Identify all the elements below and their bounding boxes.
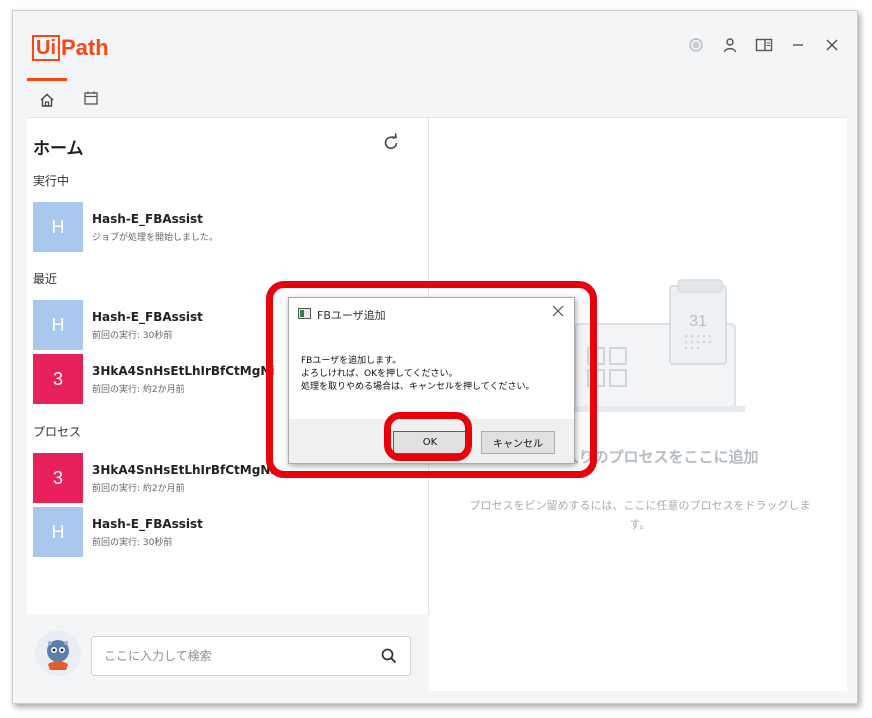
section-recent: 最近: [33, 272, 58, 286]
avatar: 3: [33, 453, 83, 503]
list-item[interactable]: H Hash-E_FBAssist 前回の実行: 30秒前: [33, 300, 263, 350]
search-box: [91, 636, 411, 676]
logo-ui: Ui: [32, 35, 60, 61]
item-name: 3HkA4SnHsEtLhIrBfCtMgNi: [92, 364, 275, 378]
avatar: H: [33, 300, 83, 350]
robot-avatar[interactable]: [35, 630, 81, 676]
section-process: プロセス: [33, 425, 82, 439]
avatar: H: [33, 507, 83, 557]
page-title: ホーム: [33, 139, 84, 159]
calendar-day: 31: [689, 313, 707, 330]
favorites-description: プロセスをピン留めするには、ここに任意のプロセスをドラッグします。: [469, 499, 811, 531]
item-name: Hash-E_FBAssist: [92, 310, 203, 324]
item-status: 前回の実行: 30秒前: [92, 331, 173, 341]
home-icon: [40, 93, 54, 107]
search-bar-area: [27, 614, 429, 691]
user-icon[interactable]: [721, 36, 739, 54]
window-controls: [687, 36, 841, 54]
refresh-icon[interactable]: [381, 133, 401, 153]
list-item[interactable]: H Hash-E_FBAssist 前回の実行: 30秒前: [33, 507, 263, 557]
tab-bar: [27, 78, 847, 118]
tab-home[interactable]: [27, 78, 67, 118]
item-name: Hash-E_FBAssist: [92, 517, 203, 531]
ok-button-highlight: [384, 412, 472, 461]
list-item[interactable]: 3 3HkA4SnHsEtLhIrBfCtMgNi 前回の実行: 約2か月前: [33, 453, 274, 503]
minimize-icon[interactable]: [789, 36, 807, 54]
panel-icon[interactable]: [755, 36, 773, 54]
close-icon[interactable]: [823, 36, 841, 54]
calendar-icon: [84, 91, 98, 105]
item-name: Hash-E_FBAssist: [92, 212, 203, 226]
list-item[interactable]: H Hash-E_FBAssist ジョブが処理を開始しました。: [33, 202, 263, 252]
tab-calendar[interactable]: [71, 78, 111, 118]
item-status: 前回の実行: 30秒前: [92, 538, 173, 548]
item-status: ジョブが処理を開始しました。: [92, 233, 219, 243]
avatar: H: [33, 202, 83, 252]
section-running: 実行中: [33, 174, 70, 188]
avatar: 3: [33, 354, 83, 404]
item-name: 3HkA4SnHsEtLhIrBfCtMgNi: [92, 463, 275, 477]
item-status: 前回の実行: 約2か月前: [92, 385, 185, 395]
item-status: 前回の実行: 約2か月前: [92, 484, 185, 494]
logo-path: Path: [61, 35, 109, 60]
search-input[interactable]: [92, 637, 372, 675]
title-bar: Ui Path: [27, 24, 847, 78]
search-icon[interactable]: [380, 647, 398, 665]
uipath-logo: Ui Path: [32, 33, 109, 63]
status-icon[interactable]: [687, 36, 705, 54]
list-item[interactable]: 3 3HkA4SnHsEtLhIrBfCtMgNi 前回の実行: 約2か月前: [33, 354, 274, 404]
